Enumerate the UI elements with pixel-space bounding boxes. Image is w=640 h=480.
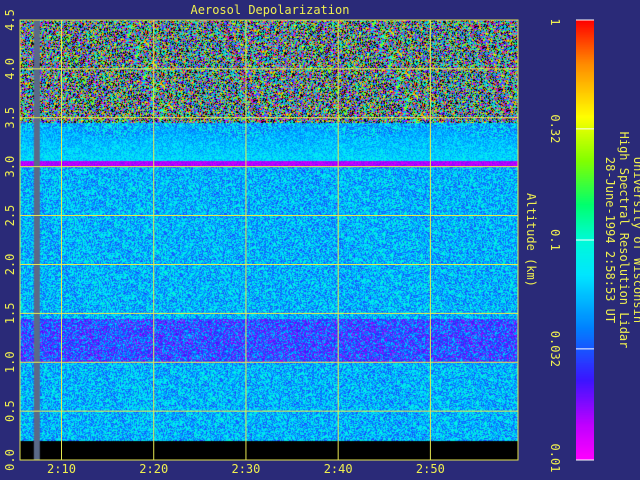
- y-tick-label: 1.5: [3, 302, 17, 324]
- colorbar-tick-label: 0.32: [548, 114, 562, 143]
- grid-lines: [19, 19, 519, 461]
- x-tick-label: 2:10: [47, 462, 76, 476]
- credit-line-2: High Spectral Resolution Lidar: [617, 132, 631, 349]
- y-axis-label: Altitude (km): [524, 193, 538, 287]
- plot-frame: [19, 19, 519, 461]
- y-tick-label: 0.0: [3, 449, 17, 471]
- x-tick-label: 2:30: [231, 462, 260, 476]
- x-axis-ticks: 2:10 2:20 2:30 2:40 2:50: [47, 462, 445, 476]
- y-tick-label: 3.5: [3, 107, 17, 129]
- colorbar-ticks: 0.01 0.032 0.1 0.32 1: [548, 18, 594, 472]
- colorbar-tick-label: 1: [548, 18, 562, 25]
- colorbar-tick-label: 0.032: [548, 331, 562, 367]
- colorbar-tick-label: 0.1: [548, 229, 562, 251]
- y-tick-label: 1.0: [3, 351, 17, 373]
- x-tick-label: 2:50: [416, 462, 445, 476]
- y-tick-label: 2.5: [3, 205, 17, 227]
- y-axis-ticks: 0.0 0.5 1.0 1.5 2.0 2.5 3.0 3.5 4.0 4.5: [3, 9, 17, 471]
- y-tick-label: 0.5: [3, 400, 17, 422]
- chart-overlay: Aerosol Depolarization 0.0 0.5 1.0 1.5 2.0 2.…: [3, 3, 640, 476]
- y-tick-label: 4.0: [3, 58, 17, 80]
- y-tick-label: 3.0: [3, 156, 17, 178]
- x-tick-label: 2:40: [324, 462, 353, 476]
- credit-line-1: University of Wisconsin: [631, 157, 640, 323]
- y-tick-label: 2.0: [3, 254, 17, 276]
- chart-title: Aerosol Depolarization: [191, 3, 350, 17]
- credit-line-3: 28-June-1994 2:58:53 UT: [603, 157, 617, 323]
- lidar-figure: Aerosol Depolarization 0.0 0.5 1.0 1.5 2.0 2.…: [0, 0, 640, 480]
- y-tick-label: 4.5: [3, 9, 17, 31]
- x-tick-label: 2:20: [139, 462, 168, 476]
- credits-block: University of Wisconsin High Spectral Re…: [603, 132, 640, 349]
- colorbar-tick-label: 0.01: [548, 444, 562, 473]
